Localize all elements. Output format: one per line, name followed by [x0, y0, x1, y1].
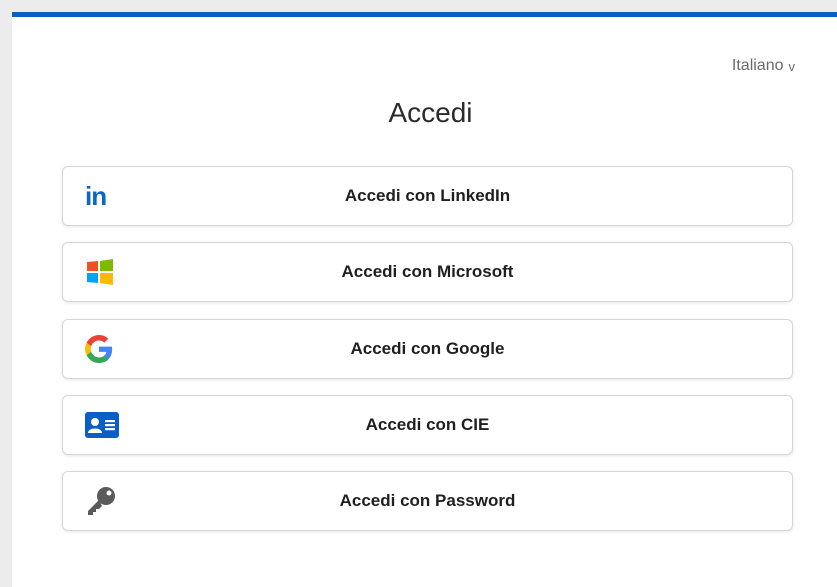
login-cie-label: Accedi con CIE	[365, 415, 490, 434]
login-password-label: Accedi con Password	[339, 491, 516, 510]
chevron-down-icon: v	[788, 58, 796, 74]
language-selector[interactable]: Italiano v	[732, 57, 795, 75]
login-linkedin-button[interactable]: in Accedi con LinkedIn	[62, 166, 793, 226]
login-microsoft-label: Accedi con Microsoft	[341, 262, 514, 281]
login-cie-button[interactable]: Accedi con CIE	[62, 395, 793, 455]
login-password-button[interactable]: Accedi con Password	[62, 471, 793, 531]
login-card: Italiano v Accedi in Accedi con LinkedIn…	[12, 12, 837, 587]
page-title: Accedi	[388, 97, 473, 128]
language-label: Italiano	[731, 57, 784, 74]
login-google-button[interactable]: Accedi con Google	[62, 319, 793, 379]
login-microsoft-button[interactable]: Accedi con Microsoft	[62, 242, 793, 302]
login-google-label: Accedi con Google	[350, 339, 505, 358]
login-linkedin-label: Accedi con LinkedIn	[344, 186, 511, 205]
